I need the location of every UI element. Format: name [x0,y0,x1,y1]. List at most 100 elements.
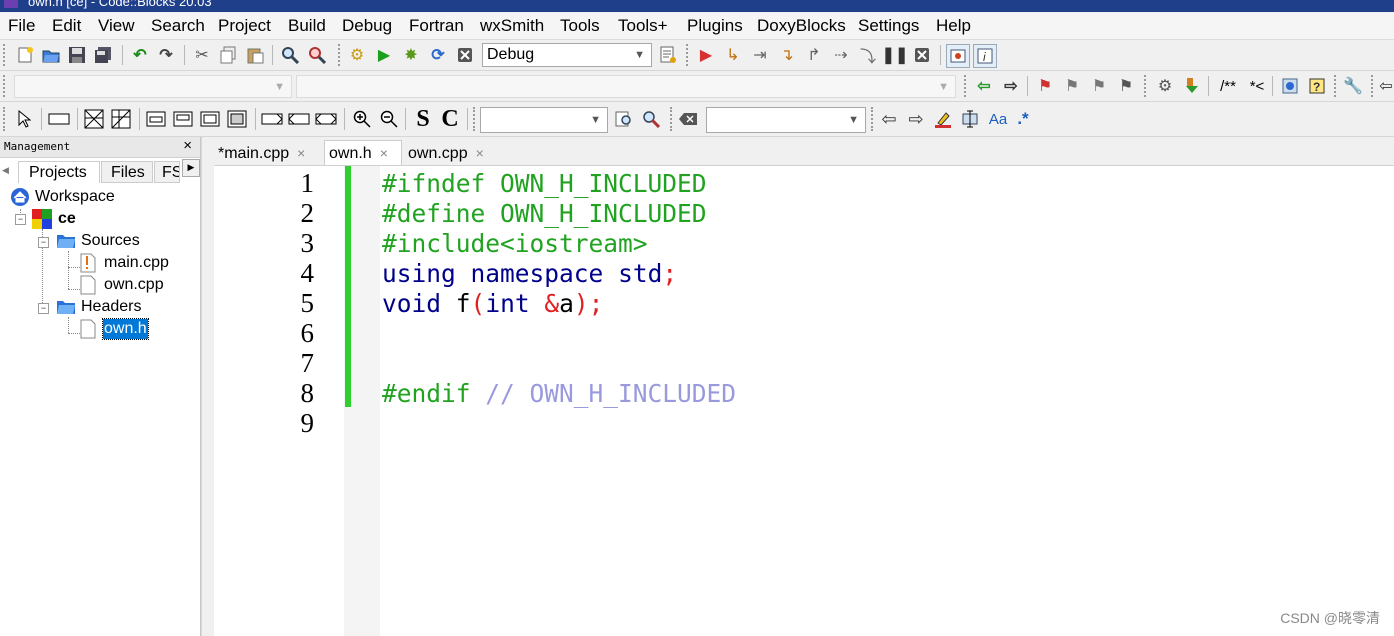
tab-files[interactable]: Files [101,161,153,183]
menu-search[interactable]: Search [151,16,205,36]
toolbar-grip[interactable] [964,75,969,97]
code-editor[interactable]: 1 2 3 4 5 6 7 8 9 #ifndef OWN_H_INCLUDED… [214,166,1394,636]
tab-scroll-left-icon[interactable]: ◀ [2,165,9,176]
menu-settings[interactable]: Settings [858,16,919,36]
paste-icon[interactable] [244,44,266,66]
scope-select[interactable]: ▼ [14,75,292,98]
toolbar-grip[interactable] [686,44,691,66]
toolbar-grip[interactable] [473,107,478,131]
bookmark-prev-icon[interactable]: ⚑ [1061,75,1083,97]
wrap-sizer-icon[interactable] [172,108,194,130]
run-html-icon[interactable] [1279,75,1301,97]
s-button[interactable]: S [412,106,434,132]
tab-close-button[interactable]: × [476,145,484,161]
border-left-icon[interactable] [261,108,283,130]
menu-tools[interactable]: Tools [560,16,600,36]
build-target-select[interactable]: Debug ▼ [482,43,652,67]
selected-text-only-icon[interactable] [959,108,981,130]
static-box-sizer-icon[interactable] [145,108,167,130]
management-close-button[interactable]: × [183,137,192,154]
menu-view[interactable]: View [98,16,135,36]
toolbar-grip[interactable] [3,75,8,97]
open-icon[interactable] [40,44,62,66]
debug-windows-icon[interactable] [946,44,970,68]
grid-sizer-icon[interactable] [83,108,105,130]
search-combo[interactable]: ▼ [480,107,608,133]
c-button[interactable]: C [439,106,461,132]
run-to-cursor-icon[interactable]: ↳ [722,44,744,66]
collapse-sources-icon[interactable]: − [38,237,49,248]
search-go-icon[interactable] [613,108,635,130]
highlight-icon[interactable] [932,108,954,130]
run-chm-icon[interactable]: ? [1306,75,1328,97]
back-arrow-icon[interactable]: ⇦ [1378,75,1394,97]
menu-file[interactable]: File [8,16,35,36]
menu-fortran[interactable]: Fortran [409,16,464,36]
function-select[interactable]: ▼ [296,75,956,98]
panel-splitter[interactable] [201,137,214,636]
build-gear-icon[interactable]: ⚙ [346,44,368,66]
tab-fs[interactable]: FS [154,161,180,183]
step-out-icon[interactable]: ↱ [803,44,825,66]
toolbar-grip[interactable] [670,107,675,131]
tab-projects[interactable]: Projects [18,161,100,183]
build-and-run-icon[interactable]: ✸ [400,44,422,66]
tree-file-own-h[interactable]: own.h [80,318,149,340]
flex-grid-sizer-icon[interactable] [110,108,132,130]
pause-icon[interactable]: ❚❚ [882,44,909,66]
tree-file-main-cpp[interactable]: main.cpp [80,253,169,273]
tree-file-own-cpp[interactable]: own.cpp [80,275,164,295]
menu-help[interactable]: Help [936,16,971,36]
save-icon[interactable] [66,44,88,66]
menu-doxyblocks[interactable]: DoxyBlocks [757,16,846,36]
zoom-in-icon[interactable] [351,108,373,130]
toolbar-grip[interactable] [338,44,343,66]
copy-icon[interactable] [217,44,239,66]
menu-plugins[interactable]: Plugins [687,16,743,36]
search-prev-icon[interactable]: ⇦ [878,108,900,130]
tab-own-h[interactable]: own.h × [324,140,402,165]
tree-workspace[interactable]: Workspace [10,187,115,207]
menu-build[interactable]: Build [288,16,326,36]
collapse-headers-icon[interactable]: − [38,303,49,314]
debug-info-icon[interactable]: i [973,44,997,68]
clear-search-icon[interactable] [677,108,699,130]
debug-start-icon[interactable]: ▶ [695,44,717,66]
run-icon[interactable]: ▶ [373,44,395,66]
next-line-icon[interactable]: ⇥ [749,44,771,66]
line-comment-button[interactable]: *< [1244,75,1270,97]
back-arrow-icon[interactable]: ⇦ [973,75,995,97]
block-comment-button[interactable]: /** [1215,75,1241,97]
undo-icon[interactable]: ↶ [129,44,151,66]
cut-icon[interactable]: ✂ [191,44,213,66]
replace-icon[interactable] [306,44,328,66]
pointer-icon[interactable] [13,108,35,130]
step-instruction-icon[interactable]: ⤵ [857,44,879,66]
next-instruction-icon[interactable]: ⇢ [830,44,852,66]
save-all-icon[interactable] [92,44,114,66]
extract-docs-icon[interactable] [1181,75,1203,97]
tab-scroll-right-icon[interactable]: ▶ [182,159,200,177]
redo-icon[interactable]: ↷ [155,44,177,66]
border-right-icon[interactable] [288,108,310,130]
find-icon[interactable] [279,44,301,66]
toolbar-grip[interactable] [3,44,8,66]
show-select-target-icon[interactable] [657,44,679,66]
rebuild-icon[interactable]: ⟳ [427,44,449,66]
toolbar-grip[interactable] [1334,75,1339,97]
tab-own-cpp[interactable]: own.cpp × [408,142,498,164]
spacer-icon[interactable] [226,108,248,130]
bookmark-next-icon[interactable]: ⚑ [1088,75,1110,97]
menu-debug[interactable]: Debug [342,16,392,36]
bookmark-clear-icon[interactable]: ⚑ [1115,75,1137,97]
doxywizard-icon[interactable]: ⚙ [1154,75,1176,97]
forward-arrow-icon[interactable]: ⇨ [1000,75,1022,97]
tree-project[interactable]: ce [32,209,76,229]
tree-folder-sources[interactable]: Sources [56,231,140,251]
step-into-icon[interactable]: ↴ [776,44,798,66]
menu-edit[interactable]: Edit [52,16,81,36]
box-sizer-icon[interactable] [48,108,70,130]
menu-wxsmith[interactable]: wxSmith [480,16,544,36]
toolbar-grip[interactable] [3,107,8,131]
incremental-search-input[interactable]: ▼ [706,107,866,133]
